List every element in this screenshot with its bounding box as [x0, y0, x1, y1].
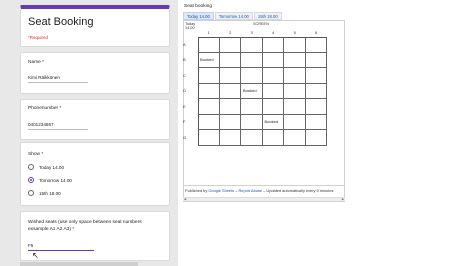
scroll-right-icon[interactable]: ▶ — [341, 198, 345, 201]
show-option-today[interactable]: Today 14.00 — [28, 164, 64, 170]
seat-cell-f3[interactable] — [241, 114, 263, 130]
seat-cell-g4[interactable] — [262, 130, 284, 146]
seat-cell-g1[interactable] — [198, 130, 220, 146]
name-question-card: Name * Kimi Räikkönen — [20, 52, 170, 94]
show-option-label: Today 14.00 — [39, 164, 65, 170]
seat-cell-g3[interactable] — [241, 130, 263, 146]
seat-cell-f5[interactable] — [284, 114, 306, 130]
seat-cell-d2[interactable] — [219, 83, 241, 99]
seat-cell-a5[interactable] — [284, 37, 306, 53]
seat-cell-c6[interactable] — [305, 68, 327, 84]
name-field[interactable]: Kimi Räikkönen — [28, 75, 60, 80]
seat-cell-e6[interactable] — [305, 99, 327, 115]
submit-area-bar — [20, 262, 138, 266]
seat-cell-b6[interactable] — [305, 52, 327, 68]
seat-cell-b1[interactable]: Booked — [198, 52, 220, 68]
report-abuse-link[interactable]: Report Abuse — [238, 188, 262, 193]
show-option-label: Tomorrow 14.00 — [39, 177, 72, 183]
form-title: Seat Booking — [28, 16, 94, 28]
google-sheets-link[interactable]: Google Sheets — [208, 188, 234, 193]
footer-updated-note: Updated automatically every 5 minutes — [266, 188, 334, 193]
column-number-label: 5 — [293, 30, 296, 35]
seats-label-line2: exsample A1 A2 A3) * — [28, 227, 75, 232]
seats-field[interactable]: F5 — [28, 243, 33, 248]
seat-cell-g5[interactable] — [284, 130, 306, 146]
tab-15th[interactable]: 15th 18.00 — [253, 12, 282, 20]
seat-cell-e2[interactable] — [219, 99, 241, 115]
seats-question-card: Wished seats (use only space between sea… — [20, 211, 170, 261]
seat-cell-b5[interactable] — [284, 52, 306, 68]
row-letter-label: G — [183, 134, 187, 140]
show-option-15th[interactable]: 15th 18.00 — [28, 190, 61, 196]
radio-button-selected-icon[interactable] — [28, 177, 34, 183]
seat-cell-d1[interactable] — [198, 83, 220, 99]
seat-cell-c2[interactable] — [219, 68, 241, 84]
show-question-card: Show * Today 14.00 Tomorrow 14.00 15th 1… — [20, 142, 170, 206]
seat-cell-b3[interactable] — [241, 52, 263, 68]
seat-cell-f1[interactable] — [198, 114, 220, 130]
seat-cell-b4[interactable] — [262, 52, 284, 68]
seat-cell-c3[interactable] — [241, 68, 263, 84]
show-option-label: 15th 18.00 — [39, 190, 61, 196]
seat-cell-f2[interactable] — [219, 114, 241, 130]
row-letter-label: F — [183, 119, 186, 125]
column-number-label: 3 — [250, 30, 253, 35]
phone-field-underline — [28, 129, 88, 130]
seat-cell-c5[interactable] — [284, 68, 306, 84]
seat-cell-b2[interactable] — [219, 52, 241, 68]
seat-cell-a2[interactable] — [219, 37, 241, 53]
column-number-label: 4 — [272, 30, 275, 35]
seat-cell-d5[interactable] — [284, 83, 306, 99]
row-letter-label: E — [183, 103, 186, 109]
seat-cell-d3[interactable]: Booked — [241, 83, 263, 99]
phone-field[interactable]: 0401234567 — [28, 122, 54, 127]
seat-cell-a4[interactable] — [262, 37, 284, 53]
mouse-pointer-icon: ↖ — [32, 251, 39, 260]
seat-cell-g2[interactable] — [219, 130, 241, 146]
seat-cell-g6[interactable] — [305, 130, 327, 146]
footer-published-prefix: Published by — [185, 188, 208, 193]
phone-label: Phonenumber * — [28, 106, 62, 111]
horizontal-scrollbar[interactable]: ◀ ▶ — [183, 197, 345, 201]
seat-cell-e4[interactable] — [262, 99, 284, 115]
seat-cell-a6[interactable] — [305, 37, 327, 53]
row-letter-label: B — [183, 57, 186, 63]
show-option-tomorrow[interactable]: Tomorrow 14.00 — [28, 177, 72, 183]
seat-cell-c4[interactable] — [262, 68, 284, 84]
seats-label-line1: Wished seats (use only space between sea… — [28, 220, 142, 225]
sheet-tabs: Today 14.00 Tomorrow 14.00 15th 18.00 — [183, 12, 282, 20]
sheet-footer: Published by Google Sheets – Report Abus… — [183, 185, 345, 194]
seat-cell-f6[interactable] — [305, 114, 327, 130]
phone-question-card: Phonenumber * 0401234567 — [20, 99, 170, 140]
seat-cell-e3[interactable] — [241, 99, 263, 115]
row-letter-label: A — [183, 41, 186, 47]
row-letter-label: C — [183, 72, 186, 78]
name-label: Name * — [28, 60, 44, 65]
tab-tomorrow[interactable]: Tomorrow 14.00 — [214, 12, 253, 20]
seat-cell-d4[interactable] — [262, 83, 284, 99]
screen-label: SCREEN — [253, 22, 269, 26]
seat-cell-a3[interactable] — [241, 37, 263, 53]
row-letter-label: D — [183, 88, 186, 94]
column-number-label: 1 — [207, 30, 210, 35]
column-number-label: 2 — [229, 30, 232, 35]
radio-button-icon[interactable] — [28, 190, 34, 196]
tab-today[interactable]: Today 14.00 — [183, 12, 214, 20]
seat-cell-c1[interactable] — [198, 68, 220, 84]
name-field-underline — [28, 82, 88, 83]
seat-cell-f4[interactable]: Booked — [262, 114, 284, 130]
corner-label-line2: 14.00 — [185, 26, 195, 30]
seat-cell-e1[interactable] — [198, 99, 220, 115]
google-form: Seat Booking *Required Name * Kimi Räikk… — [0, 0, 178, 266]
seat-cell-a1[interactable] — [198, 37, 220, 53]
sheet-title: Seat booking — [184, 4, 213, 9]
seat-cell-e5[interactable] — [284, 99, 306, 115]
form-title-card: Seat Booking *Required — [20, 5, 170, 47]
seat-cell-d6[interactable] — [305, 83, 327, 99]
scroll-left-icon[interactable]: ◀ — [183, 198, 187, 201]
radio-button-icon[interactable] — [28, 164, 34, 170]
required-note: *Required — [28, 35, 49, 40]
column-number-label: 6 — [315, 30, 318, 35]
show-label: Show * — [28, 152, 44, 157]
